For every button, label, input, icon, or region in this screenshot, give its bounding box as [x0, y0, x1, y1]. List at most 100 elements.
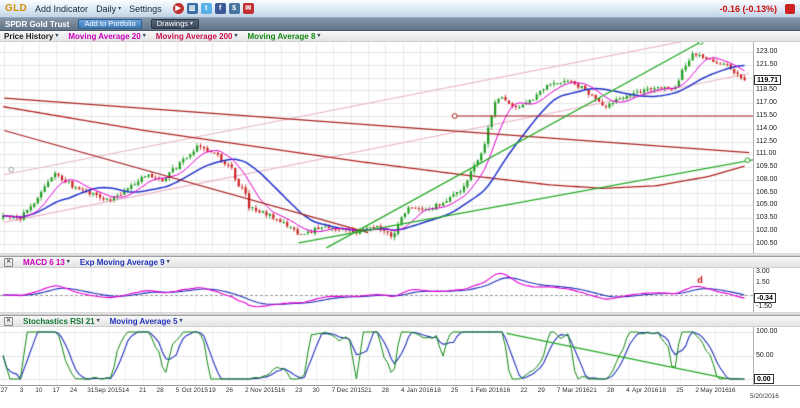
date-tick-label: 27 — [1, 387, 8, 394]
quote-change: -0.16 (-0.13%) — [719, 4, 777, 14]
stoch-value-badge: 0.00 — [754, 374, 774, 384]
date-tick-label: 3 — [20, 387, 24, 394]
price-tick-label: 121.50 — [756, 61, 777, 68]
date-tick-label: Apr 2016 — [632, 387, 658, 394]
macd-label: MACD 6 13 — [23, 258, 65, 267]
date-tick-label: 21 — [139, 387, 146, 394]
date-tick-label: 18 — [659, 387, 666, 394]
macd-tick-label: 3.00 — [756, 268, 770, 275]
stoch-ma-label: Moving Average 5 — [110, 317, 178, 326]
price-tick-label: 100.50 — [756, 240, 777, 247]
symbol-label: GLD — [5, 3, 27, 14]
date-tick-label: Mar 2016 — [562, 387, 589, 394]
drawings-button[interactable]: Drawings ▾ — [151, 19, 199, 29]
alert-icon[interactable] — [785, 4, 795, 14]
twitter-icon[interactable]: t — [201, 3, 212, 14]
date-tick-label: 16 — [278, 387, 285, 394]
chevron-down-icon: ▾ — [67, 259, 70, 265]
macd-signal-label: Exp Moving Average 9 — [80, 258, 165, 267]
symbol-bar: SPDR Gold Trust Add to Portfolio Drawing… — [0, 18, 800, 31]
price-tick-label: 112.50 — [756, 138, 777, 145]
price-tick-label: 102.00 — [756, 227, 777, 234]
stoch-menu[interactable]: Stochastics RSI 21 ▾ — [23, 317, 100, 326]
price-chart[interactable] — [0, 42, 753, 253]
date-tick-label: 28 — [157, 387, 164, 394]
fund-name: SPDR Gold Trust — [5, 20, 69, 29]
facebook-icon[interactable]: f — [215, 3, 226, 14]
date-tick-label: May 2016 — [700, 387, 729, 394]
date-tick-label: Nov 2015 — [250, 387, 278, 394]
date-tick-label: 18 — [434, 387, 441, 394]
date-tick-label: 7 — [557, 387, 561, 394]
price-history-menu[interactable]: Price History ▾ — [4, 32, 58, 41]
top-toolbar: GLD Add Indicator Daily ▾ Settings ▶▥tf$… — [0, 0, 800, 18]
price-tick-label: 106.50 — [756, 189, 777, 196]
add-to-portfolio-label: Add to Portfolio — [84, 20, 135, 28]
date-tick-label: Dec 2015 — [337, 387, 365, 394]
stoch-tick-label: 50.00 — [756, 352, 774, 359]
date-tick-label: 2 — [245, 387, 249, 394]
settings-button[interactable]: Settings — [129, 4, 162, 14]
period-dropdown[interactable]: Daily ▾ — [96, 4, 121, 14]
date-tick-label: 2 — [695, 387, 699, 394]
date-tick-label: 24 — [70, 387, 77, 394]
date-tick-label: Jan 2016 — [407, 387, 434, 394]
date-tick-label: 29 — [538, 387, 545, 394]
stoch-chart[interactable] — [0, 327, 753, 385]
chevron-down-icon: ▾ — [317, 33, 320, 39]
ma200-menu[interactable]: Moving Average 200 ▾ — [156, 32, 238, 41]
date-tick-label: 17 — [53, 387, 60, 394]
price-panel-header: Price History ▾ Moving Average 20 ▾ Movi… — [0, 31, 800, 42]
price-tick-label: 117.00 — [756, 99, 777, 106]
date-tick-label: 30 — [312, 387, 319, 394]
chevron-down-icon: ▾ — [167, 259, 170, 265]
date-tick-label: 14 — [122, 387, 129, 394]
date-tick-label: 25 — [451, 387, 458, 394]
chevron-down-icon: ▾ — [190, 21, 193, 27]
add-indicator-label: Add Indicator — [35, 4, 88, 14]
chevron-down-icon: ▾ — [235, 33, 238, 39]
date-tick-label: 23 — [295, 387, 302, 394]
period-label: Daily — [96, 4, 116, 14]
price-tick-label: 109.50 — [756, 163, 777, 170]
last-price-badge: 119.71 — [754, 75, 781, 85]
date-tick-label: 28 — [607, 387, 614, 394]
date-tick-label: 16 — [503, 387, 510, 394]
settings-label: Settings — [129, 4, 162, 14]
date-tick-label: Sep 2015 — [94, 387, 122, 394]
price-tick-label: 118.50 — [756, 86, 777, 93]
chart-app-icon[interactable]: ▥ — [187, 3, 198, 14]
chevron-down-icon: ▾ — [97, 318, 100, 324]
ma8-label: Moving Average 8 — [248, 32, 316, 41]
ma8-menu[interactable]: Moving Average 8 ▾ — [248, 32, 321, 41]
macd-close-button[interactable]: ✕ — [4, 258, 13, 267]
macd-panel-header: ✕ MACD 6 13 ▾ Exp Moving Average 9 ▾ — [0, 257, 800, 268]
date-tick-label: 4 — [626, 387, 630, 394]
youtube-icon[interactable]: ▶ — [173, 3, 184, 14]
date-tick-label: 4 — [401, 387, 405, 394]
stoch-close-button[interactable]: ✕ — [4, 317, 13, 326]
add-to-portfolio-button[interactable]: Add to Portfolio — [78, 19, 141, 29]
date-tick-label: 26 — [226, 387, 233, 394]
stoch-ma-menu[interactable]: Moving Average 5 ▾ — [110, 317, 183, 326]
macd-menu[interactable]: MACD 6 13 ▾ — [23, 258, 70, 267]
drawings-label: Drawings — [157, 20, 188, 28]
macd-chart[interactable] — [0, 268, 753, 312]
add-indicator-button[interactable]: Add Indicator — [35, 4, 88, 14]
ma20-menu[interactable]: Moving Average 20 ▾ — [68, 32, 145, 41]
date-tick-label: 7 — [332, 387, 336, 394]
session-date-label: 5/20/2016 — [750, 393, 779, 400]
chevron-down-icon: ▾ — [143, 33, 146, 39]
price-tick-label: 123.00 — [756, 48, 777, 55]
ma200-label: Moving Average 200 — [156, 32, 233, 41]
stocktwits-icon[interactable]: $ — [229, 3, 240, 14]
price-tick-label: 108.00 — [756, 176, 777, 183]
price-tick-label: 114.00 — [756, 125, 777, 132]
macd-tick-label: -1.50 — [756, 303, 772, 310]
stoch-tick-label: 100.00 — [756, 328, 777, 335]
macd-signal-menu[interactable]: Exp Moving Average 9 ▾ — [80, 258, 170, 267]
date-tick-label: Feb 2016 — [476, 387, 503, 394]
macd-tick-label: 1.50 — [756, 279, 770, 286]
date-tick-label: Oct 2015 — [182, 387, 208, 394]
email-icon[interactable]: ✉ — [243, 3, 254, 14]
